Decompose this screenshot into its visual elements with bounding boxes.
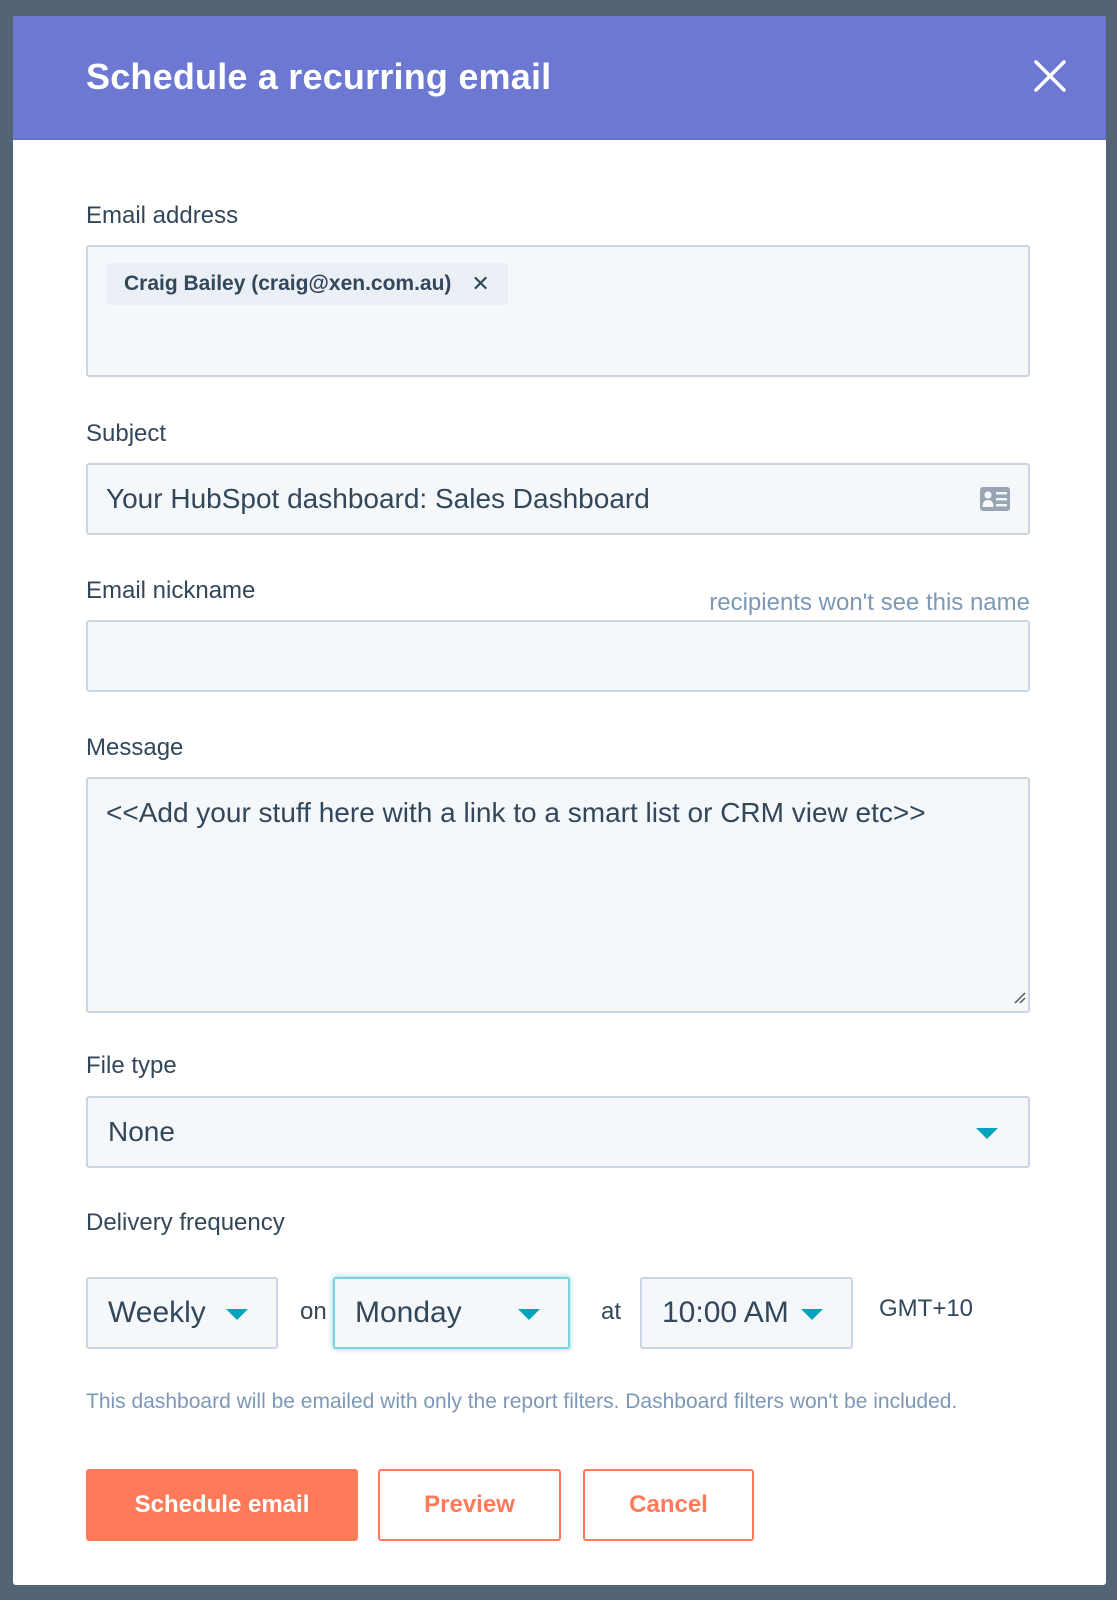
time-select[interactable]: 10:00 AM	[640, 1277, 853, 1349]
schedule-email-modal: Schedule a recurring email Email address…	[13, 16, 1106, 1585]
frequency-select[interactable]: Weekly	[86, 1277, 278, 1349]
message-textarea[interactable]: <<Add your stuff here with a link to a s…	[86, 777, 1030, 1013]
recipient-chip-label: Craig Bailey (craig@xen.com.au)	[124, 272, 452, 295]
remove-recipient-icon[interactable]: ✕	[471, 271, 489, 297]
chevron-down-icon	[226, 1309, 248, 1320]
message-label: Message	[86, 734, 184, 761]
nickname-label: Email nickname	[86, 577, 256, 604]
chevron-down-icon	[801, 1309, 823, 1320]
day-value: Monday	[355, 1296, 462, 1329]
timezone-label: GMT+10	[879, 1295, 974, 1322]
cancel-button[interactable]: Cancel	[583, 1469, 754, 1541]
frequency-value: Weekly	[108, 1296, 206, 1329]
subject-input[interactable]: Your HubSpot dashboard: Sales Dashboard	[86, 463, 1030, 535]
chevron-down-icon	[518, 1309, 540, 1320]
at-label: at	[601, 1298, 622, 1325]
day-select[interactable]: Monday	[333, 1277, 570, 1349]
file-type-select[interactable]: None	[86, 1096, 1030, 1168]
delivery-frequency-label: Delivery frequency	[86, 1209, 285, 1236]
message-value: <<Add your stuff here with a link to a s…	[106, 797, 926, 828]
subject-value: Your HubSpot dashboard: Sales Dashboard	[106, 483, 650, 514]
contact-card-icon[interactable]	[980, 487, 1010, 516]
nickname-input[interactable]	[86, 620, 1030, 692]
on-label: on	[300, 1298, 327, 1325]
file-type-value: None	[108, 1116, 175, 1147]
subject-label: Subject	[86, 420, 167, 447]
modal-title: Schedule a recurring email	[86, 56, 552, 97]
dashboard-filters-note: This dashboard will be emailed with only…	[86, 1390, 958, 1413]
recipient-chip: Craig Bailey (craig@xen.com.au) ✕	[106, 263, 508, 305]
modal-header: Schedule a recurring email	[13, 16, 1106, 140]
close-icon[interactable]	[1032, 58, 1068, 94]
schedule-email-button[interactable]: Schedule email	[86, 1469, 358, 1541]
preview-button[interactable]: Preview	[378, 1469, 561, 1541]
email-address-input[interactable]: Craig Bailey (craig@xen.com.au) ✕	[86, 245, 1030, 377]
chevron-down-icon	[976, 1128, 998, 1139]
time-value: 10:00 AM	[662, 1296, 789, 1329]
email-address-label: Email address	[86, 202, 239, 229]
nickname-hint: recipients won't see this name	[709, 589, 1030, 616]
resize-handle-icon[interactable]	[1012, 990, 1026, 1009]
file-type-label: File type	[86, 1052, 177, 1079]
